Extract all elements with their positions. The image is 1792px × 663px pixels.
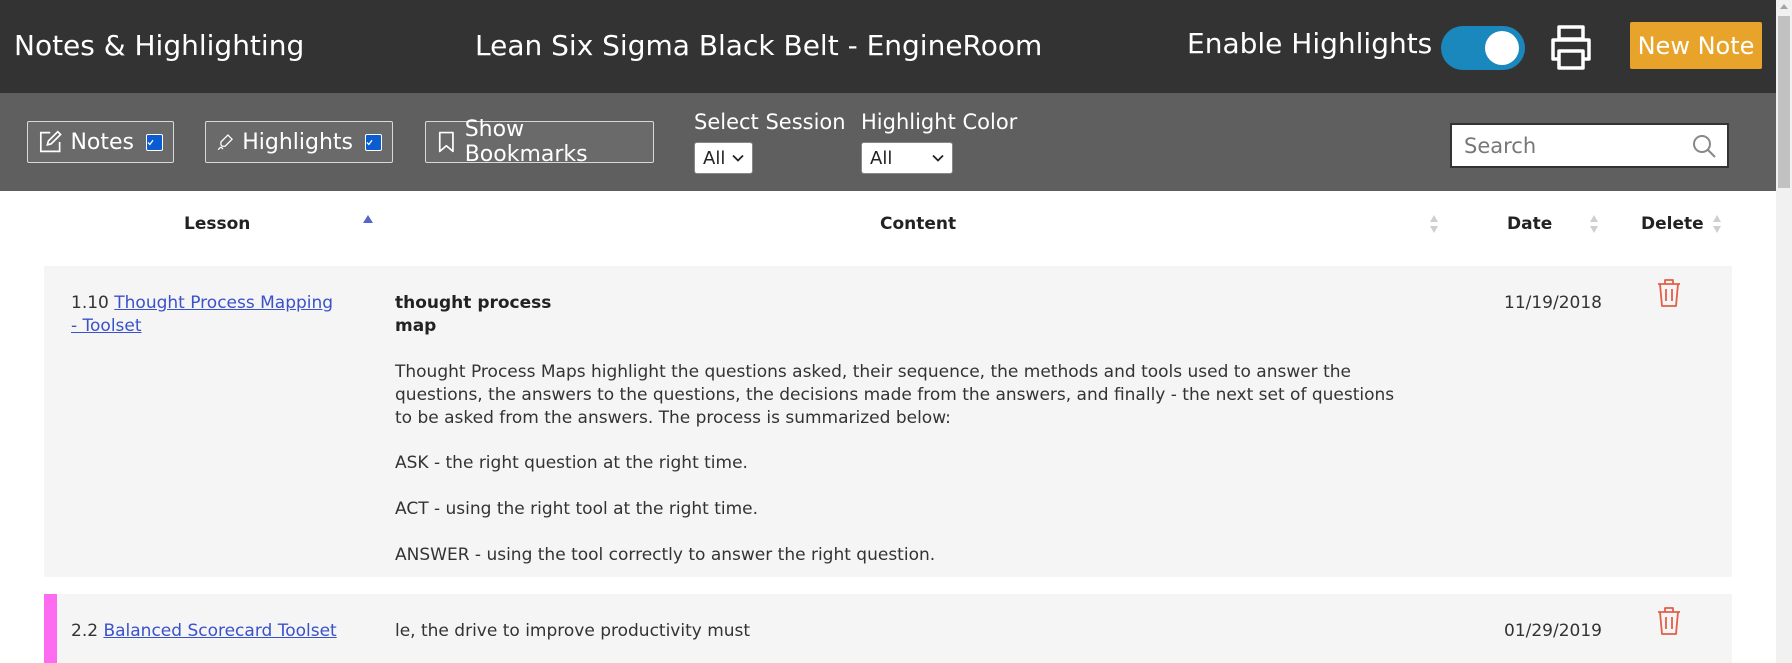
date-cell: 01/29/2019: [1504, 621, 1602, 641]
show-bookmarks-label: Show Bookmarks: [464, 117, 588, 167]
select-session-label: Select Session: [694, 110, 846, 134]
scrollbar-thumb[interactable]: [1778, 16, 1790, 188]
search-icon[interactable]: [1691, 133, 1717, 159]
highlights-filter-button[interactable]: Highlights: [205, 121, 393, 163]
vertical-scrollbar[interactable]: [1776, 0, 1792, 663]
trash-icon[interactable]: [1656, 606, 1682, 636]
column-header-date[interactable]: Date: [1507, 212, 1552, 236]
enable-highlights-label: Enable Highlights: [1187, 27, 1433, 60]
highlight-color-select[interactable]: All: [861, 142, 953, 174]
note-content-paragraph: ANSWER - using the tool correctly to ans…: [395, 545, 936, 565]
show-bookmarks-button[interactable]: Show Bookmarks: [425, 117, 654, 167]
date-cell: 11/19/2018: [1504, 293, 1602, 313]
highlighter-icon: [217, 134, 233, 151]
notes-filter-button[interactable]: Notes: [27, 121, 174, 163]
lesson-number: 1.10: [71, 293, 109, 313]
chevron-down-icon: [932, 154, 944, 162]
sort-ascending-icon[interactable]: [362, 214, 374, 224]
lesson-link[interactable]: Balanced Scorecard Toolset: [103, 621, 336, 641]
note-content-paragraph: ACT - using the right tool at the right …: [395, 499, 759, 519]
checkmark-icon: [366, 139, 373, 145]
bookmark-icon: [438, 131, 454, 153]
printer-icon: [1551, 25, 1591, 70]
column-header-content[interactable]: Content: [880, 212, 956, 236]
new-note-button[interactable]: New Note: [1630, 22, 1762, 69]
filter-toolbar: Notes Highlights Show Bookmarks Select S…: [0, 93, 1776, 191]
sort-unsorted-icon[interactable]: [1589, 213, 1599, 235]
lesson-link[interactable]: Thought Process Mapping - Toolset: [71, 293, 333, 336]
lesson-cell: 1.10 Thought Process Mapping - Toolset: [71, 292, 341, 338]
search-input[interactable]: [1462, 132, 1691, 159]
trash-icon[interactable]: [1656, 278, 1682, 308]
session-select-value: All: [703, 147, 726, 169]
note-content-paragraph: le, the drive to improve productivity mu…: [395, 621, 751, 641]
sort-unsorted-icon[interactable]: [1712, 213, 1722, 235]
highlight-color-label: Highlight Color: [861, 110, 1018, 134]
chevron-down-icon: [732, 154, 744, 162]
checkmark-icon: [147, 139, 154, 145]
highlight-title: thought process map: [395, 293, 552, 336]
lesson-cell: 2.2 Balanced Scorecard Toolset: [71, 620, 371, 643]
notes-filter-label: Notes: [70, 129, 134, 155]
session-select[interactable]: All: [694, 142, 753, 174]
highlight-color-select-value: All: [870, 147, 893, 169]
note-content-paragraph: Thought Process Maps highlight the quest…: [395, 362, 1395, 428]
scroll-up-arrow-icon[interactable]: [1780, 4, 1788, 9]
notes-checkbox[interactable]: [146, 133, 163, 151]
highlights-checkbox[interactable]: [365, 133, 382, 151]
note-content-paragraph: ASK - the right question at the right ti…: [395, 453, 748, 473]
edit-note-icon: [39, 130, 62, 153]
column-header-lesson[interactable]: Lesson: [184, 212, 250, 236]
column-header-delete[interactable]: Delete: [1641, 212, 1704, 236]
toggle-knob: [1485, 31, 1519, 65]
print-button[interactable]: [1547, 22, 1595, 72]
app-title: Notes & Highlighting: [14, 29, 305, 62]
search-box: [1450, 123, 1729, 168]
sort-unsorted-icon[interactable]: [1429, 213, 1439, 235]
top-header-bar: Notes & Highlighting Lean Six Sigma Blac…: [0, 0, 1776, 93]
course-title: Lean Six Sigma Black Belt - EngineRoom: [475, 29, 1043, 62]
lesson-number: 2.2: [71, 621, 99, 641]
highlight-color-marker: [44, 594, 57, 663]
highlights-filter-label: Highlights: [242, 129, 353, 155]
enable-highlights-toggle[interactable]: [1441, 26, 1525, 70]
